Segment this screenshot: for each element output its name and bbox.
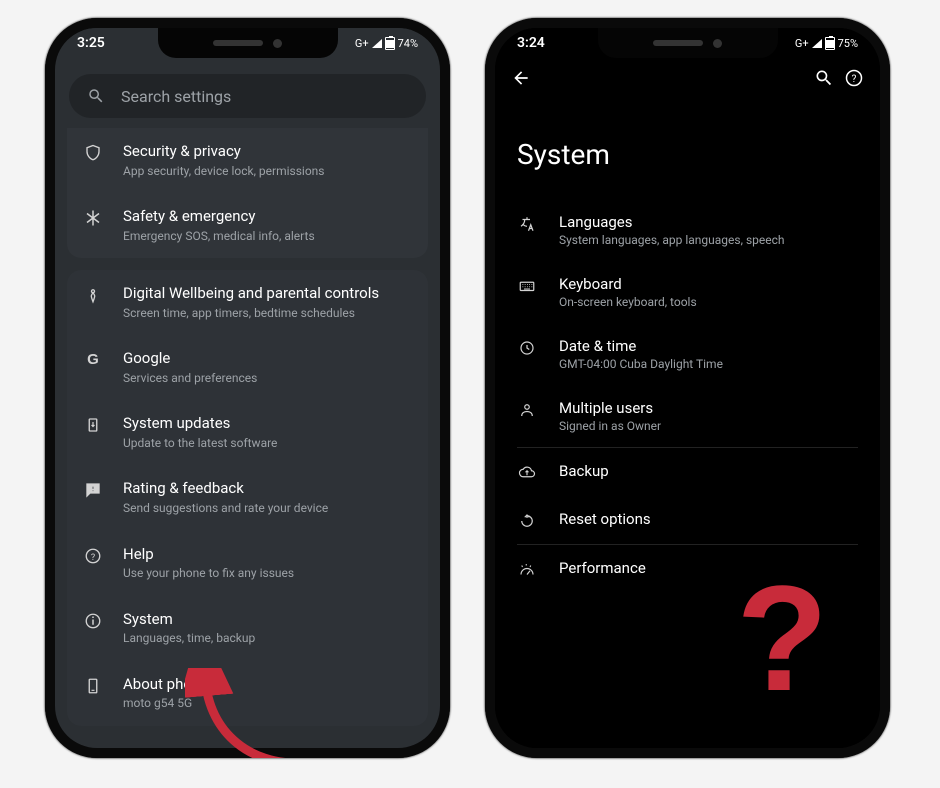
row-title: Multiple users xyxy=(559,399,661,417)
google-icon: G xyxy=(83,349,103,386)
info-icon xyxy=(83,610,103,647)
row-sub: Services and preferences xyxy=(123,371,412,387)
row-title: Date & time xyxy=(559,337,723,355)
row-sub: GMT-04:00 Cuba Daylight Time xyxy=(559,357,723,371)
settings-row-feedback[interactable]: Rating & feedback Send suggestions and r… xyxy=(67,465,428,530)
clock-icon xyxy=(517,337,537,357)
search-icon xyxy=(87,87,105,105)
svg-text:?: ? xyxy=(852,74,857,85)
settings-row-system[interactable]: System Languages, time, backup xyxy=(67,596,428,661)
signal-icon xyxy=(372,39,382,48)
search-button[interactable] xyxy=(814,68,834,92)
settings-row-updates[interactable]: System updates Update to the latest soft… xyxy=(67,400,428,465)
row-title: Google xyxy=(123,349,412,369)
row-title: Languages xyxy=(559,213,785,231)
system-row-users[interactable]: Multiple users Signed in as Owner xyxy=(495,385,880,447)
status-time: 3:24 xyxy=(517,35,545,51)
row-sub: Screen time, app timers, bedtime schedul… xyxy=(123,306,412,322)
settings-group-main: Digital Wellbeing and parental controls … xyxy=(67,270,428,726)
svg-text:?: ? xyxy=(91,552,95,562)
status-network: G+ xyxy=(795,37,809,50)
system-row-backup[interactable]: Backup xyxy=(495,448,880,496)
phone-icon xyxy=(83,675,103,712)
search-placeholder: Search settings xyxy=(121,87,231,106)
page-title: System xyxy=(495,102,880,199)
backup-icon xyxy=(517,462,537,482)
row-sub: System languages, app languages, speech xyxy=(559,233,785,247)
system-row-languages[interactable]: Languages System languages, app language… xyxy=(495,199,880,261)
row-title: Reset options xyxy=(559,510,651,528)
row-title: System updates xyxy=(123,414,412,434)
status-time: 3:25 xyxy=(77,35,105,51)
row-title: Help xyxy=(123,545,412,565)
back-button[interactable] xyxy=(511,68,531,92)
status-battery: 75% xyxy=(838,37,858,50)
user-icon xyxy=(517,399,537,419)
status-network: G+ xyxy=(355,37,369,50)
settings-row-google[interactable]: G Google Services and preferences xyxy=(67,335,428,400)
battery-icon xyxy=(825,37,835,50)
row-sub: Signed in as Owner xyxy=(559,419,661,433)
wellbeing-icon xyxy=(83,284,103,321)
annotation-question-mark: ? xyxy=(736,578,828,698)
phone-system: 3:24 G+ 75% ? System Languages System la… xyxy=(485,18,890,758)
row-title: Digital Wellbeing and parental controls xyxy=(123,284,412,304)
shield-icon xyxy=(83,142,103,179)
settings-row-safety[interactable]: Safety & emergency Emergency SOS, medica… xyxy=(67,193,428,258)
system-row-reset[interactable]: Reset options xyxy=(495,496,880,544)
row-sub: Emergency SOS, medical info, alerts xyxy=(123,229,412,245)
system-row-datetime[interactable]: Date & time GMT-04:00 Cuba Daylight Time xyxy=(495,323,880,385)
battery-icon xyxy=(385,37,395,50)
row-title: System xyxy=(123,610,412,630)
row-sub: Update to the latest software xyxy=(123,436,412,452)
settings-row-about[interactable]: About phone moto g54 5G xyxy=(67,661,428,726)
row-sub: On-screen keyboard, tools xyxy=(559,295,697,309)
phone-settings: 3:25 G+ 74% Search settings Security & p… xyxy=(45,18,450,758)
performance-icon xyxy=(517,559,537,579)
signal-icon xyxy=(812,39,822,48)
row-title: Safety & emergency xyxy=(123,207,412,227)
settings-row-help[interactable]: ? Help Use your phone to fix any issues xyxy=(67,531,428,596)
row-sub: moto g54 5G xyxy=(123,696,412,712)
feedback-icon xyxy=(83,479,103,516)
reset-icon xyxy=(517,510,537,530)
row-title: Security & privacy xyxy=(123,142,412,162)
row-sub: App security, device lock, permissions xyxy=(123,164,412,180)
row-title: Keyboard xyxy=(559,275,697,293)
help-button[interactable]: ? xyxy=(844,68,864,92)
row-title: Performance xyxy=(559,559,646,577)
toolbar: ? xyxy=(495,58,880,102)
row-title: Rating & feedback xyxy=(123,479,412,499)
row-sub: Languages, time, backup xyxy=(123,631,412,647)
row-title: Backup xyxy=(559,462,609,480)
status-battery: 74% xyxy=(398,37,418,50)
help-icon: ? xyxy=(83,545,103,582)
row-title: About phone xyxy=(123,675,412,695)
row-sub: Use your phone to fix any issues xyxy=(123,566,412,582)
system-row-keyboard[interactable]: Keyboard On-screen keyboard, tools xyxy=(495,261,880,323)
search-input[interactable]: Search settings xyxy=(69,74,426,118)
languages-icon xyxy=(517,213,537,233)
settings-row-security[interactable]: Security & privacy App security, device … xyxy=(67,128,428,193)
asterisk-icon xyxy=(83,207,103,244)
row-sub: Send suggestions and rate your device xyxy=(123,501,412,517)
settings-group-security: Security & privacy App security, device … xyxy=(67,128,428,258)
update-icon xyxy=(83,414,103,451)
settings-row-wellbeing[interactable]: Digital Wellbeing and parental controls … xyxy=(67,270,428,335)
keyboard-icon xyxy=(517,275,537,295)
